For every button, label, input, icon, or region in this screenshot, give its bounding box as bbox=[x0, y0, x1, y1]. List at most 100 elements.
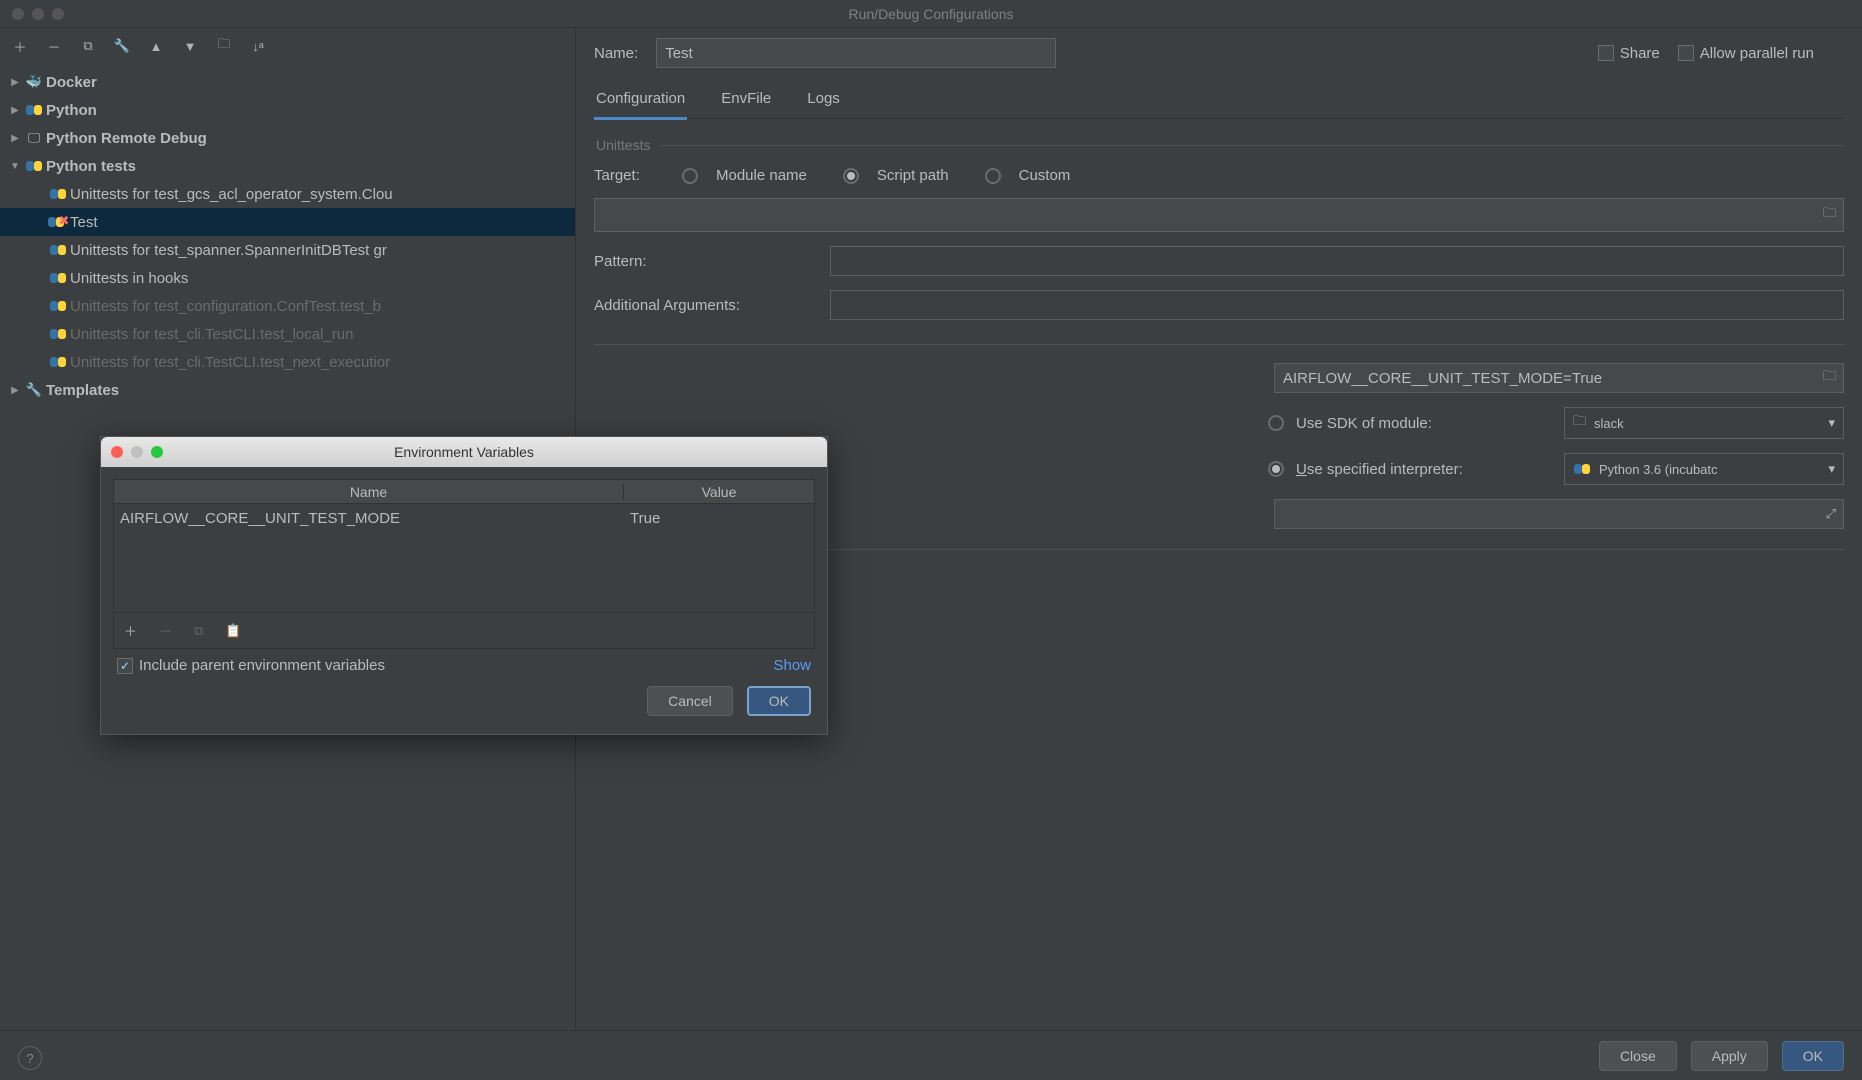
radio-use-interpreter[interactable] bbox=[1268, 461, 1284, 477]
close-window-icon[interactable] bbox=[12, 8, 24, 20]
tree-child-item[interactable]: Unittests for test_cli.TestCLI.test_loca… bbox=[0, 320, 575, 348]
close-button[interactable]: Close bbox=[1599, 1041, 1677, 1071]
expander-icon[interactable]: ▶ bbox=[8, 385, 22, 396]
python-icon bbox=[46, 185, 70, 203]
interpreter-combo[interactable]: Python 3.6 (incubatc ▾ bbox=[1564, 453, 1844, 485]
env-var-name[interactable]: AIRFLOW__CORE__UNIT_TEST_MODE bbox=[114, 510, 624, 527]
tree-child-label: Test bbox=[70, 214, 98, 231]
copy-var-icon[interactable]: ⧉ bbox=[194, 623, 203, 639]
tree-node-python-tests[interactable]: ▼ Python tests bbox=[0, 152, 575, 180]
name-input[interactable] bbox=[656, 38, 1056, 68]
zoom-window-icon[interactable] bbox=[52, 8, 64, 20]
additional-args-input[interactable] bbox=[830, 290, 1844, 320]
cancel-button[interactable]: Cancel bbox=[647, 686, 733, 716]
ok-button[interactable]: OK bbox=[747, 686, 811, 716]
pattern-input[interactable] bbox=[830, 246, 1844, 276]
remove-config-icon[interactable]: － bbox=[46, 38, 62, 54]
browse-icon[interactable]: 🗀 bbox=[1823, 204, 1836, 226]
env-var-value[interactable]: True bbox=[624, 510, 814, 527]
sdk-module-combo[interactable]: 🗀slack ▾ bbox=[1564, 407, 1844, 439]
target-path-input[interactable] bbox=[594, 198, 1844, 232]
apply-button[interactable]: Apply bbox=[1691, 1041, 1768, 1071]
tab-envfile[interactable]: EnvFile bbox=[719, 86, 773, 118]
radio-script-label: Script path bbox=[877, 167, 949, 184]
ok-button[interactable]: OK bbox=[1782, 1041, 1844, 1071]
parallel-run-checkbox[interactable]: Allow parallel run bbox=[1678, 45, 1814, 62]
move-up-icon[interactable]: ▲ bbox=[148, 38, 164, 54]
module-icon: 🗀 bbox=[1573, 412, 1586, 434]
remove-var-icon[interactable]: － bbox=[159, 621, 172, 640]
help-button[interactable]: ? bbox=[18, 1046, 42, 1070]
window-titlebar: Run/Debug Configurations bbox=[0, 0, 1862, 28]
checkbox-icon bbox=[1598, 45, 1614, 61]
minimize-icon[interactable] bbox=[131, 446, 143, 458]
move-down-icon[interactable]: ▼ bbox=[182, 38, 198, 54]
chevron-down-icon: ▾ bbox=[1828, 461, 1835, 477]
close-icon[interactable] bbox=[111, 446, 123, 458]
tree-label: Docker bbox=[46, 74, 97, 91]
add-var-icon[interactable]: ＋ bbox=[124, 621, 137, 640]
interpreter-label: Use specified interpreter: bbox=[1296, 461, 1552, 478]
python-icon bbox=[46, 297, 70, 315]
sort-icon[interactable]: ↓ᵃ bbox=[250, 38, 266, 54]
tab-logs[interactable]: Logs bbox=[805, 86, 842, 118]
expand-icon[interactable]: ⤢ bbox=[1826, 506, 1836, 522]
folder-icon[interactable]: 🗀 bbox=[216, 38, 232, 54]
zoom-icon[interactable] bbox=[151, 446, 163, 458]
expander-icon[interactable]: ▼ bbox=[8, 161, 22, 172]
tree-child-item[interactable]: Unittests for test_cli.TestCLI.test_next… bbox=[0, 348, 575, 376]
column-name[interactable]: Name bbox=[114, 484, 624, 500]
share-checkbox[interactable]: Share bbox=[1598, 45, 1660, 62]
args-label: Additional Arguments: bbox=[594, 297, 812, 314]
radio-custom[interactable] bbox=[985, 168, 1001, 184]
target-label: Target: bbox=[594, 167, 664, 184]
remote-debug-icon: 🖵 bbox=[22, 130, 46, 146]
env-vars-input[interactable] bbox=[1274, 363, 1844, 393]
tree-child-item[interactable]: Unittests for test_configuration.ConfTes… bbox=[0, 292, 575, 320]
radio-script-path[interactable] bbox=[843, 168, 859, 184]
python-icon bbox=[46, 241, 70, 259]
table-empty-area[interactable] bbox=[114, 532, 814, 612]
tree-node-python[interactable]: ▶ Python bbox=[0, 96, 575, 124]
tree-child-label: Unittests for test_cli.TestCLI.test_loca… bbox=[70, 326, 353, 343]
left-toolbar: ＋ － ⧉ 🔧 ▲ ▼ 🗀 ↓ᵃ bbox=[0, 28, 575, 64]
browse-icon[interactable]: 🗀 bbox=[1823, 367, 1836, 389]
minimize-window-icon[interactable] bbox=[32, 8, 44, 20]
python-icon bbox=[46, 353, 70, 371]
tree-label: Python tests bbox=[46, 158, 136, 175]
tree-node-remote-debug[interactable]: ▶ 🖵 Python Remote Debug bbox=[0, 124, 575, 152]
copy-config-icon[interactable]: ⧉ bbox=[80, 38, 96, 54]
tree-node-templates[interactable]: ▶ 🔧 Templates bbox=[0, 376, 575, 404]
radio-use-sdk[interactable] bbox=[1268, 415, 1284, 431]
expander-icon[interactable]: ▶ bbox=[8, 105, 22, 116]
interpreter-options-input[interactable] bbox=[1274, 499, 1844, 529]
env-var-row[interactable]: AIRFLOW__CORE__UNIT_TEST_MODE True bbox=[114, 504, 814, 532]
divider bbox=[594, 344, 1844, 345]
tree-child-item[interactable]: Unittests for test_gcs_acl_operator_syst… bbox=[0, 180, 575, 208]
modal-title: Environment Variables bbox=[394, 444, 534, 460]
add-config-icon[interactable]: ＋ bbox=[12, 38, 28, 54]
env-vars-table: Name Value AIRFLOW__CORE__UNIT_TEST_MODE… bbox=[113, 479, 815, 649]
tree-child-item[interactable]: Unittests for test_spanner.SpannerInitDB… bbox=[0, 236, 575, 264]
radio-module-name[interactable] bbox=[682, 168, 698, 184]
include-parent-checkbox[interactable]: ✓ Include parent environment variables bbox=[117, 657, 385, 674]
wrench-icon: 🔧 bbox=[22, 382, 46, 398]
env-vars-dialog: Environment Variables Name Value AIRFLOW… bbox=[100, 436, 828, 735]
python-icon bbox=[1573, 460, 1591, 478]
expander-icon[interactable]: ▶ bbox=[8, 77, 22, 88]
edit-defaults-icon[interactable]: 🔧 bbox=[114, 38, 130, 54]
pattern-label: Pattern: bbox=[594, 253, 812, 270]
tree-child-item[interactable]: Unittests in hooks bbox=[0, 264, 575, 292]
tab-configuration[interactable]: Configuration bbox=[594, 86, 687, 120]
expander-icon[interactable]: ▶ bbox=[8, 133, 22, 144]
tree-child-label: Unittests for test_cli.TestCLI.test_next… bbox=[70, 354, 390, 371]
tree-child-item[interactable]: ✖Test bbox=[0, 208, 575, 236]
tree-label: Templates bbox=[46, 382, 119, 399]
checkbox-icon bbox=[1678, 45, 1694, 61]
include-parent-label: Include parent environment variables bbox=[139, 657, 385, 674]
dialog-button-bar: ? Close Apply OK bbox=[0, 1030, 1862, 1080]
column-value[interactable]: Value bbox=[624, 484, 814, 500]
tree-node-docker[interactable]: ▶ 🐳 Docker bbox=[0, 68, 575, 96]
show-link[interactable]: Show bbox=[773, 657, 811, 674]
paste-var-icon[interactable]: 📋 bbox=[225, 623, 241, 639]
